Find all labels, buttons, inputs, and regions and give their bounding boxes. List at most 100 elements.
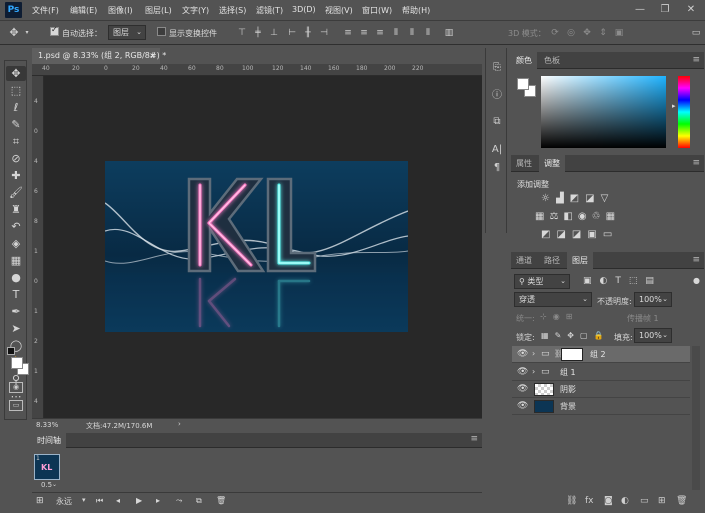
3d-orbit-icon[interactable]: ⟳ bbox=[550, 28, 560, 38]
blend-mode-dropdown[interactable]: 穿透 ⌄ bbox=[514, 292, 592, 307]
brush-tool-icon[interactable]: 🖌 bbox=[6, 185, 26, 200]
lock-position-icon[interactable]: ✥ bbox=[567, 331, 580, 340]
tab-adjustments[interactable]: 调整 bbox=[539, 155, 565, 172]
layer-row[interactable]: 👁 › ▭ ⛓ 组 2 bbox=[512, 346, 690, 363]
tab-channels[interactable]: 通道 bbox=[511, 252, 537, 269]
layer-thumbnail[interactable] bbox=[534, 383, 554, 396]
workspace-switcher-icon[interactable]: ▭ bbox=[691, 28, 701, 38]
quick-select-tool-icon[interactable]: ✎ bbox=[6, 117, 26, 132]
distribute-hcenter-icon[interactable]: ⦀ bbox=[407, 28, 417, 38]
quick-mask-icon[interactable]: ◉ bbox=[9, 382, 23, 393]
align-vcenter-icon[interactable]: ╪ bbox=[253, 28, 263, 38]
clone-stamp-tool-icon[interactable]: ♜ bbox=[6, 202, 26, 217]
unify-visibility-icon[interactable]: ◉ bbox=[553, 312, 566, 321]
3d-slide-icon[interactable]: ⇕ bbox=[598, 28, 608, 38]
eyedropper-tool-icon[interactable]: ⊘ bbox=[6, 151, 26, 166]
loop-option[interactable]: 永远 bbox=[56, 496, 72, 507]
menu-3d[interactable]: 3D(D) bbox=[292, 5, 316, 14]
convert-timeline-icon[interactable]: ⊞ bbox=[36, 496, 44, 506]
lock-pixels-icon[interactable]: ✎ bbox=[555, 331, 568, 340]
layer-row[interactable]: 👁 阴影 bbox=[512, 381, 690, 398]
show-transform-checkbox[interactable] bbox=[157, 27, 166, 36]
threshold-icon[interactable]: ◪ bbox=[572, 229, 587, 240]
pen-tool-icon[interactable]: ✒ bbox=[6, 304, 26, 319]
lock-transparent-icon[interactable]: ▦ bbox=[541, 331, 555, 340]
gradient-map-icon[interactable]: ▭ bbox=[603, 229, 618, 240]
unify-style-icon[interactable]: ⊞ bbox=[566, 312, 579, 321]
close-icon[interactable]: ✕ bbox=[684, 3, 698, 17]
close-document-icon[interactable]: × bbox=[149, 48, 156, 64]
layers-scrollbar[interactable] bbox=[692, 346, 700, 490]
new-adjustment-layer-icon[interactable]: ◐ bbox=[621, 496, 629, 506]
frame-delay[interactable]: 0.5 bbox=[41, 481, 52, 489]
layer-style-icon[interactable]: fx bbox=[585, 496, 594, 506]
panel-menu-icon[interactable]: ≡ bbox=[470, 434, 478, 444]
expand-arrow-icon[interactable]: › bbox=[532, 367, 535, 376]
character-icon[interactable]: A| bbox=[489, 142, 505, 158]
info-icon[interactable]: ⓘ bbox=[489, 88, 505, 104]
foreground-color-swatch[interactable] bbox=[11, 357, 23, 369]
color-spectrum-field[interactable] bbox=[541, 76, 666, 148]
distribute-vcenter-icon[interactable]: ≡ bbox=[359, 28, 369, 38]
tween-icon[interactable]: ⤳ bbox=[176, 496, 182, 506]
align-hcenter-icon[interactable]: ╫ bbox=[303, 28, 313, 38]
panel-menu-icon[interactable]: ≡ bbox=[692, 55, 700, 65]
move-tool-icon[interactable]: ✥ bbox=[6, 66, 26, 81]
layer-row[interactable]: 👁 背景 bbox=[512, 398, 690, 415]
distribute-left-icon[interactable]: ⦀ bbox=[391, 28, 401, 38]
adjustment-filter-icon[interactable]: ◐ bbox=[600, 276, 616, 286]
color-balance-icon[interactable]: ⚖ bbox=[549, 211, 563, 222]
selective-color-icon[interactable]: ▣ bbox=[587, 229, 602, 240]
menu-edit[interactable]: 编辑(E) bbox=[70, 5, 97, 16]
auto-align-icon[interactable]: ▥ bbox=[444, 28, 454, 38]
foreground-color-swatch[interactable] bbox=[517, 78, 529, 90]
menu-filter[interactable]: 滤镜(T) bbox=[256, 5, 283, 16]
gradient-tool-icon[interactable]: ▦ bbox=[6, 253, 26, 268]
brightness-icon[interactable]: ☼ bbox=[541, 193, 556, 204]
menu-layer[interactable]: 图层(L) bbox=[145, 5, 172, 16]
loop-caret-icon[interactable]: ▾ bbox=[82, 496, 86, 504]
status-menu-arrow-icon[interactable]: › bbox=[178, 420, 181, 428]
zoom-level[interactable]: 8.33% bbox=[36, 421, 58, 429]
curves-icon[interactable]: ◩ bbox=[570, 193, 585, 204]
distribute-right-icon[interactable]: ⦀ bbox=[423, 28, 433, 38]
align-right-icon[interactable]: ⊣ bbox=[319, 28, 329, 38]
menu-type[interactable]: 文字(Y) bbox=[182, 5, 209, 16]
3d-pan-icon[interactable]: ✥ bbox=[582, 28, 592, 38]
menu-view[interactable]: 视图(V) bbox=[325, 5, 353, 16]
3d-roll-icon[interactable]: ◎ bbox=[566, 28, 576, 38]
previous-frame-icon[interactable]: ◂ bbox=[116, 496, 120, 505]
distribute-bottom-icon[interactable]: ≡ bbox=[375, 28, 385, 38]
photo-filter-icon[interactable]: ◉ bbox=[578, 211, 592, 222]
add-mask-icon[interactable]: ◙ bbox=[604, 496, 613, 506]
align-bottom-icon[interactable]: ⊥ bbox=[269, 28, 279, 38]
unify-position-icon[interactable]: ⊹ bbox=[540, 312, 553, 321]
layer-mask-thumbnail[interactable] bbox=[561, 348, 583, 361]
3d-scale-icon[interactable]: ▣ bbox=[614, 28, 624, 38]
hue-slider-handle-icon[interactable]: ▸ bbox=[672, 102, 676, 110]
lock-artboard-icon[interactable]: ▢ bbox=[580, 331, 594, 340]
document-canvas[interactable] bbox=[104, 161, 409, 332]
posterize-icon[interactable]: ◪ bbox=[556, 229, 571, 240]
new-group-icon[interactable]: ▭ bbox=[640, 496, 649, 506]
color-lookup-icon[interactable]: ▦ bbox=[606, 211, 620, 222]
auto-select-checkbox[interactable] bbox=[50, 25, 59, 36]
tab-layers[interactable]: 图层 bbox=[567, 252, 593, 269]
menu-select[interactable]: 选择(S) bbox=[219, 5, 246, 16]
minimize-icon[interactable]: — bbox=[633, 3, 647, 17]
tool-preset-caret-icon[interactable]: ▾ bbox=[22, 28, 32, 38]
layer-row[interactable]: 👁 › ▭ 组 1 bbox=[512, 364, 690, 381]
duplicate-frame-icon[interactable]: ⧉ bbox=[196, 496, 202, 506]
distribute-top-icon[interactable]: ≡ bbox=[343, 28, 353, 38]
panel-menu-icon[interactable]: ≡ bbox=[692, 255, 700, 265]
align-left-icon[interactable]: ⊢ bbox=[287, 28, 297, 38]
play-icon[interactable]: ▶ bbox=[136, 496, 142, 505]
auto-select-target-dropdown[interactable]: 图层 ⌄ bbox=[108, 25, 146, 40]
menu-file[interactable]: 文件(F) bbox=[32, 5, 59, 16]
smart-object-filter-icon[interactable]: ▤ bbox=[645, 276, 662, 286]
marquee-tool-icon[interactable]: ⬚ bbox=[6, 83, 26, 98]
paragraph-icon[interactable]: ¶ bbox=[489, 160, 505, 176]
first-frame-icon[interactable]: ⏮ bbox=[96, 496, 103, 506]
type-tool-icon[interactable]: T bbox=[6, 287, 26, 302]
menu-window[interactable]: 窗口(W) bbox=[362, 5, 392, 16]
